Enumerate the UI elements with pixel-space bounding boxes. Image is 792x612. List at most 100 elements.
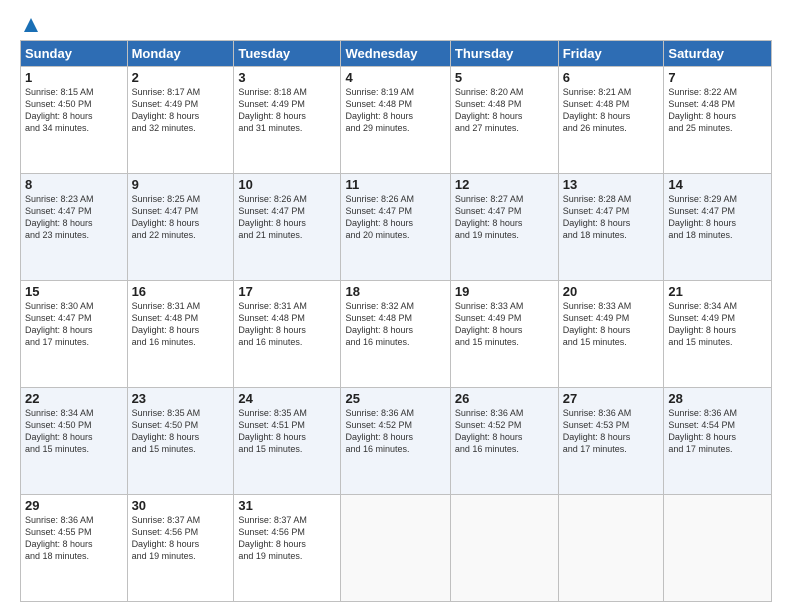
day-info: Sunrise: 8:25 AMSunset: 4:47 PMDaylight:… [132,193,230,242]
calendar-cell: 9Sunrise: 8:25 AMSunset: 4:47 PMDaylight… [127,174,234,281]
calendar-cell: 1Sunrise: 8:15 AMSunset: 4:50 PMDaylight… [21,67,128,174]
day-number: 5 [455,70,554,85]
weekday-header-sunday: Sunday [21,41,128,67]
day-number: 24 [238,391,336,406]
day-info: Sunrise: 8:20 AMSunset: 4:48 PMDaylight:… [455,86,554,135]
calendar-cell: 30Sunrise: 8:37 AMSunset: 4:56 PMDayligh… [127,495,234,602]
day-info: Sunrise: 8:19 AMSunset: 4:48 PMDaylight:… [345,86,445,135]
day-number: 22 [25,391,123,406]
weekday-header-saturday: Saturday [664,41,772,67]
calendar-cell: 24Sunrise: 8:35 AMSunset: 4:51 PMDayligh… [234,388,341,495]
calendar-cell: 3Sunrise: 8:18 AMSunset: 4:49 PMDaylight… [234,67,341,174]
day-number: 3 [238,70,336,85]
day-number: 7 [668,70,767,85]
weekday-header-friday: Friday [558,41,664,67]
day-number: 20 [563,284,660,299]
day-number: 21 [668,284,767,299]
calendar-cell: 7Sunrise: 8:22 AMSunset: 4:48 PMDaylight… [664,67,772,174]
day-number: 26 [455,391,554,406]
calendar-cell: 26Sunrise: 8:36 AMSunset: 4:52 PMDayligh… [450,388,558,495]
calendar-cell: 11Sunrise: 8:26 AMSunset: 4:47 PMDayligh… [341,174,450,281]
day-number: 6 [563,70,660,85]
day-number: 25 [345,391,445,406]
calendar-cell: 21Sunrise: 8:34 AMSunset: 4:49 PMDayligh… [664,281,772,388]
calendar-cell: 17Sunrise: 8:31 AMSunset: 4:48 PMDayligh… [234,281,341,388]
day-info: Sunrise: 8:26 AMSunset: 4:47 PMDaylight:… [345,193,445,242]
day-number: 9 [132,177,230,192]
day-info: Sunrise: 8:36 AMSunset: 4:52 PMDaylight:… [455,407,554,456]
calendar: SundayMondayTuesdayWednesdayThursdayFrid… [20,40,772,602]
day-info: Sunrise: 8:26 AMSunset: 4:47 PMDaylight:… [238,193,336,242]
calendar-cell: 27Sunrise: 8:36 AMSunset: 4:53 PMDayligh… [558,388,664,495]
day-number: 11 [345,177,445,192]
calendar-cell: 29Sunrise: 8:36 AMSunset: 4:55 PMDayligh… [21,495,128,602]
day-info: Sunrise: 8:22 AMSunset: 4:48 PMDaylight:… [668,86,767,135]
day-info: Sunrise: 8:27 AMSunset: 4:47 PMDaylight:… [455,193,554,242]
calendar-cell: 16Sunrise: 8:31 AMSunset: 4:48 PMDayligh… [127,281,234,388]
day-number: 23 [132,391,230,406]
calendar-week-4: 22Sunrise: 8:34 AMSunset: 4:50 PMDayligh… [21,388,772,495]
calendar-cell [664,495,772,602]
day-info: Sunrise: 8:18 AMSunset: 4:49 PMDaylight:… [238,86,336,135]
day-info: Sunrise: 8:35 AMSunset: 4:51 PMDaylight:… [238,407,336,456]
calendar-cell [341,495,450,602]
calendar-cell: 14Sunrise: 8:29 AMSunset: 4:47 PMDayligh… [664,174,772,281]
day-info: Sunrise: 8:36 AMSunset: 4:54 PMDaylight:… [668,407,767,456]
day-number: 19 [455,284,554,299]
day-number: 13 [563,177,660,192]
calendar-cell: 20Sunrise: 8:33 AMSunset: 4:49 PMDayligh… [558,281,664,388]
calendar-header-row: SundayMondayTuesdayWednesdayThursdayFrid… [21,41,772,67]
calendar-cell: 12Sunrise: 8:27 AMSunset: 4:47 PMDayligh… [450,174,558,281]
day-number: 31 [238,498,336,513]
day-info: Sunrise: 8:37 AMSunset: 4:56 PMDaylight:… [238,514,336,563]
calendar-cell: 2Sunrise: 8:17 AMSunset: 4:49 PMDaylight… [127,67,234,174]
day-number: 28 [668,391,767,406]
day-info: Sunrise: 8:35 AMSunset: 4:50 PMDaylight:… [132,407,230,456]
day-number: 27 [563,391,660,406]
weekday-header-thursday: Thursday [450,41,558,67]
header [20,16,772,32]
calendar-cell: 28Sunrise: 8:36 AMSunset: 4:54 PMDayligh… [664,388,772,495]
day-number: 17 [238,284,336,299]
weekday-header-monday: Monday [127,41,234,67]
calendar-cell: 25Sunrise: 8:36 AMSunset: 4:52 PMDayligh… [341,388,450,495]
day-info: Sunrise: 8:32 AMSunset: 4:48 PMDaylight:… [345,300,445,349]
day-info: Sunrise: 8:21 AMSunset: 4:48 PMDaylight:… [563,86,660,135]
day-info: Sunrise: 8:15 AMSunset: 4:50 PMDaylight:… [25,86,123,135]
day-info: Sunrise: 8:34 AMSunset: 4:50 PMDaylight:… [25,407,123,456]
day-info: Sunrise: 8:31 AMSunset: 4:48 PMDaylight:… [132,300,230,349]
day-number: 16 [132,284,230,299]
logo-icon [22,16,40,34]
day-info: Sunrise: 8:31 AMSunset: 4:48 PMDaylight:… [238,300,336,349]
calendar-week-2: 8Sunrise: 8:23 AMSunset: 4:47 PMDaylight… [21,174,772,281]
weekday-header-wednesday: Wednesday [341,41,450,67]
calendar-cell: 23Sunrise: 8:35 AMSunset: 4:50 PMDayligh… [127,388,234,495]
day-info: Sunrise: 8:34 AMSunset: 4:49 PMDaylight:… [668,300,767,349]
calendar-cell: 4Sunrise: 8:19 AMSunset: 4:48 PMDaylight… [341,67,450,174]
day-info: Sunrise: 8:36 AMSunset: 4:52 PMDaylight:… [345,407,445,456]
day-info: Sunrise: 8:33 AMSunset: 4:49 PMDaylight:… [455,300,554,349]
calendar-week-1: 1Sunrise: 8:15 AMSunset: 4:50 PMDaylight… [21,67,772,174]
day-info: Sunrise: 8:33 AMSunset: 4:49 PMDaylight:… [563,300,660,349]
calendar-cell: 13Sunrise: 8:28 AMSunset: 4:47 PMDayligh… [558,174,664,281]
calendar-cell: 15Sunrise: 8:30 AMSunset: 4:47 PMDayligh… [21,281,128,388]
calendar-week-3: 15Sunrise: 8:30 AMSunset: 4:47 PMDayligh… [21,281,772,388]
logo [20,16,40,32]
logo-text [20,16,40,34]
day-number: 12 [455,177,554,192]
day-info: Sunrise: 8:28 AMSunset: 4:47 PMDaylight:… [563,193,660,242]
day-number: 15 [25,284,123,299]
calendar-cell: 5Sunrise: 8:20 AMSunset: 4:48 PMDaylight… [450,67,558,174]
day-info: Sunrise: 8:17 AMSunset: 4:49 PMDaylight:… [132,86,230,135]
weekday-header-tuesday: Tuesday [234,41,341,67]
day-info: Sunrise: 8:37 AMSunset: 4:56 PMDaylight:… [132,514,230,563]
day-number: 10 [238,177,336,192]
calendar-cell: 31Sunrise: 8:37 AMSunset: 4:56 PMDayligh… [234,495,341,602]
day-number: 30 [132,498,230,513]
calendar-cell: 18Sunrise: 8:32 AMSunset: 4:48 PMDayligh… [341,281,450,388]
calendar-cell [558,495,664,602]
calendar-cell [450,495,558,602]
day-number: 18 [345,284,445,299]
calendar-cell: 19Sunrise: 8:33 AMSunset: 4:49 PMDayligh… [450,281,558,388]
day-info: Sunrise: 8:30 AMSunset: 4:47 PMDaylight:… [25,300,123,349]
